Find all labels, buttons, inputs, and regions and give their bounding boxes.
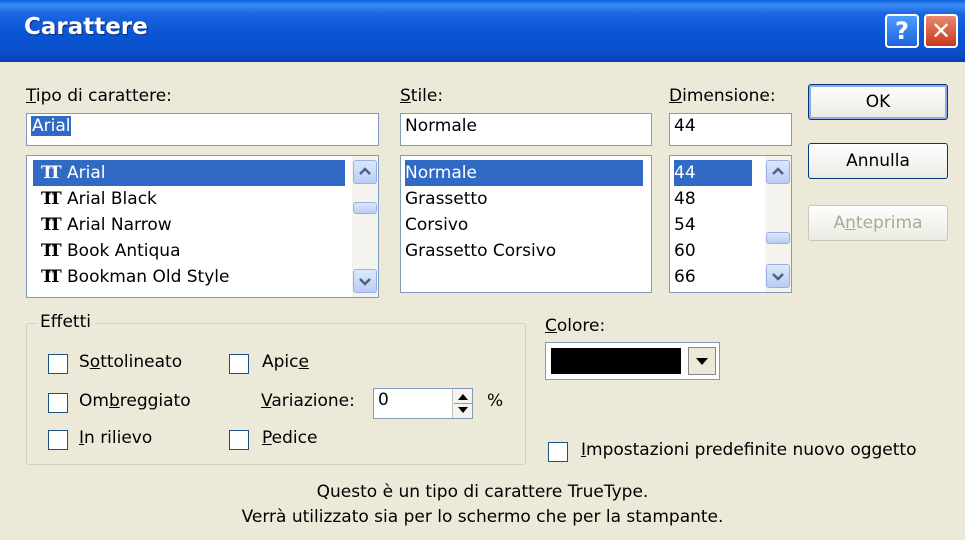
list-item[interactable]: 54 [674,212,752,238]
list-item-label: Corsivo [405,215,469,235]
dropdown-arrow-icon[interactable] [688,347,716,375]
color-label: Colore: [545,316,606,336]
cancel-button[interactable]: Annulla [808,143,948,179]
list-item[interactable]: 44 [674,160,752,186]
list-item[interactable]: 48 [674,186,752,212]
shadow-checkbox[interactable] [48,393,68,413]
list-item[interactable]: Grassetto Corsivo [405,238,643,264]
default-new-object-label: Impostazioni predefinite nuovo oggetto [581,440,917,460]
dialog-title: Carattere [24,14,148,40]
list-item-label: Grassetto [405,189,488,209]
superscript-label: Apice [262,352,309,372]
list-item-label: 48 [674,189,696,209]
style-label: Stile: [400,86,444,106]
scroll-thumb[interactable] [353,202,377,214]
list-item[interactable]: 66 [674,264,752,290]
truetype-icon: TT [41,189,62,209]
truetype-icon: TT [41,241,62,261]
list-item-label: Normale [405,163,477,183]
list-item[interactable]: TT Book Antiqua [33,238,345,264]
color-dropdown[interactable] [545,342,720,380]
font-input[interactable]: Arial [26,113,379,146]
color-swatch [551,348,681,374]
default-new-object-checkbox[interactable] [548,442,568,462]
shadow-label: Ombreggiato [79,391,191,411]
offset-value: 0 [378,390,389,410]
list-item[interactable]: TT Bookman Old Style [33,264,345,290]
superscript-checkbox[interactable] [229,354,249,374]
list-item-label: Bookman Old Style [67,267,230,287]
font-input-value: Arial [31,116,72,136]
underline-label: Sottolineato [79,352,183,372]
help-button[interactable]: ? [885,14,919,48]
offset-unit: % [487,391,504,411]
list-item-label: Arial Narrow [67,215,172,235]
emboss-checkbox[interactable] [48,430,68,450]
size-input[interactable]: 44 [669,113,792,146]
style-listbox[interactable]: Normale Grassetto Corsivo Grassetto Corsivo [400,155,652,293]
list-item[interactable]: TT Arial Narrow [33,212,345,238]
font-label: Tipo di carattere: [26,86,172,106]
size-listbox[interactable]: 44 48 54 60 66 [669,155,792,293]
help-icon: ? [895,17,909,45]
font-info-line2: Verrà utilizzato sia per lo schermo che … [241,507,724,527]
underline-checkbox[interactable] [48,354,68,374]
size-scrollbar[interactable] [765,156,791,292]
list-item-label: Grassetto Corsivo [405,241,557,261]
list-item-label: Arial [67,163,106,183]
list-item[interactable]: Normale [405,160,643,186]
spin-up-icon [458,394,468,400]
truetype-icon: TT [41,215,62,235]
font-listbox[interactable]: TT Arial TT Arial Black TT Arial Narrow TT Book… [26,155,379,298]
style-input-value: Normale [405,116,477,136]
font-info-line1: Questo è un tipo di carattere TrueType. [316,482,649,502]
close-icon: ✕ [930,17,952,45]
emboss-label: In rilievo [79,428,153,448]
size-label: Dimensione: [669,86,776,106]
list-item[interactable]: TT Arial [33,160,345,186]
list-item-label: 44 [674,163,696,183]
scroll-up-arrow-icon[interactable] [353,160,377,184]
scroll-down-arrow-icon[interactable] [353,269,377,293]
size-input-value: 44 [674,116,696,136]
scroll-thumb[interactable] [766,232,790,244]
list-item-label: Arial Black [67,189,157,209]
scroll-down-arrow-icon[interactable] [766,264,790,288]
list-item[interactable]: 60 [674,238,752,264]
list-item-label: 66 [674,267,696,287]
ok-button[interactable]: OK [808,84,948,120]
list-item[interactable]: TT Arial Black [33,186,345,212]
effects-legend: Effetti [36,312,95,332]
list-item-label: 60 [674,241,696,261]
scroll-up-arrow-icon[interactable] [766,160,790,184]
preview-button[interactable]: An teprima [808,205,948,241]
truetype-icon: TT [41,267,62,287]
font-scrollbar[interactable] [352,156,378,297]
list-item-label: 54 [674,215,696,235]
offset-spinner[interactable]: 0 [373,388,473,419]
spin-buttons[interactable] [452,389,472,418]
spin-down-icon [458,407,468,413]
truetype-icon: TT [41,163,62,183]
title-bar: Carattere ? ✕ [0,0,965,62]
list-item[interactable]: Corsivo [405,212,643,238]
subscript-label: Pedice [262,428,318,448]
list-item-label: Book Antiqua [67,241,181,261]
list-item[interactable]: Grassetto [405,186,643,212]
style-input[interactable]: Normale [400,113,652,146]
offset-label: Variazione: [261,391,355,411]
subscript-checkbox[interactable] [229,430,249,450]
close-button[interactable]: ✕ [924,14,958,48]
